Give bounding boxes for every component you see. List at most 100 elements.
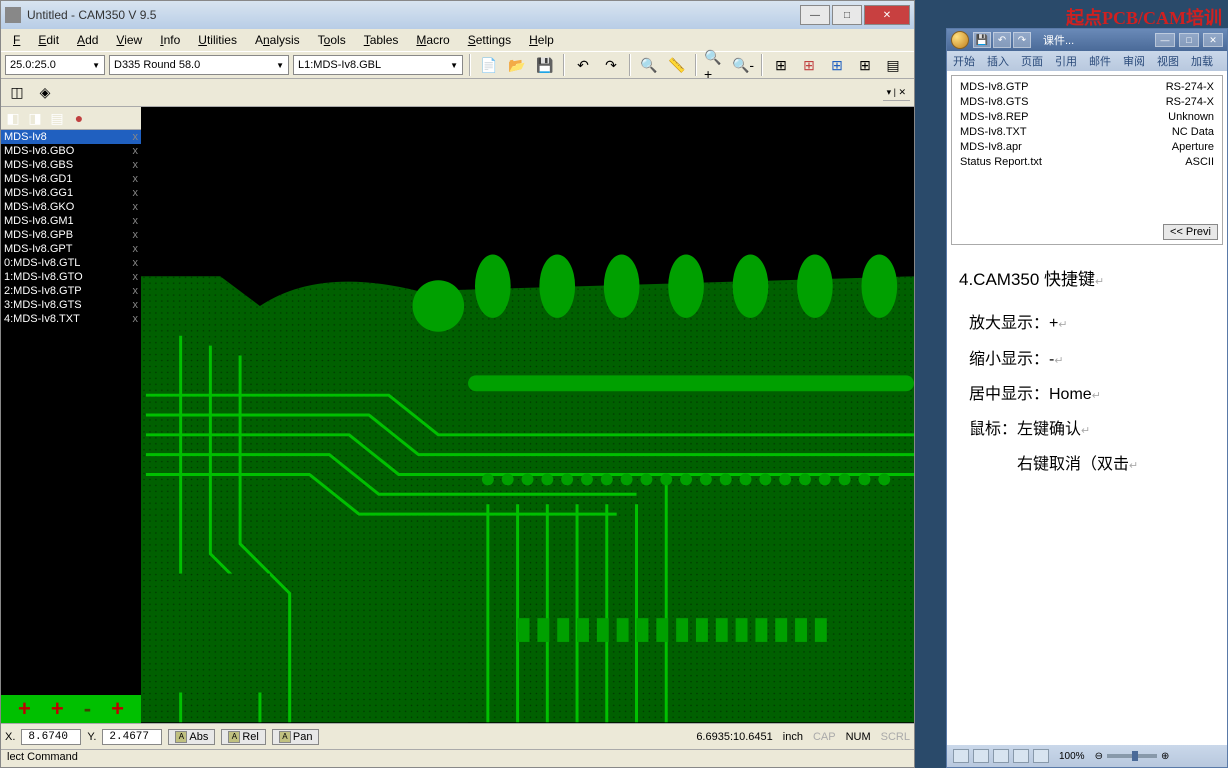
layer-row[interactable]: MDS-Iv8.GG1x	[1, 186, 141, 200]
view-print-icon[interactable]	[953, 749, 969, 763]
ribbon-tab[interactable]: 视图	[1151, 51, 1185, 71]
panel-btn-1-icon[interactable]: ◧	[3, 109, 23, 127]
grid3-icon[interactable]: ⊞	[825, 54, 849, 76]
grid4-icon[interactable]: ⊞	[853, 54, 877, 76]
panel-btn-2-icon[interactable]: ◨	[25, 109, 45, 127]
layer-row[interactable]: 1:MDS-Iv8.GTOx	[1, 270, 141, 284]
layer-visibility-icon[interactable]: x	[133, 173, 139, 185]
tool-b-icon[interactable]: ◈	[33, 82, 57, 104]
menu-utilities[interactable]: Utilities	[190, 31, 245, 49]
file-row[interactable]: MDS-Iv8.REPUnknown	[956, 110, 1218, 125]
save-icon[interactable]: 💾	[533, 54, 557, 76]
preview-button[interactable]: << Previ	[1163, 224, 1218, 240]
layer-row[interactable]: MDS-Iv8x	[1, 130, 141, 144]
query-icon[interactable]: 🔍	[637, 54, 661, 76]
layer-visibility-icon[interactable]: x	[133, 159, 139, 171]
layer-visibility-icon[interactable]: x	[133, 313, 139, 325]
layer-visibility-icon[interactable]: x	[133, 257, 139, 269]
ribbon-tab[interactable]: 页面	[1015, 51, 1049, 71]
grid2-icon[interactable]: ⊞	[797, 54, 821, 76]
file-row[interactable]: MDS-Iv8.GTPRS-274-X	[956, 80, 1218, 95]
menu-info[interactable]: Info	[152, 31, 188, 49]
layer-row[interactable]: 3:MDS-Iv8.GTSx	[1, 298, 141, 312]
layer-row[interactable]: MDS-Iv8.GPTx	[1, 242, 141, 256]
aperture-dropdown[interactable]: D335 Round 58.0▼	[109, 55, 289, 75]
tool-a-icon[interactable]: ◫	[5, 82, 29, 104]
layer-visibility-icon[interactable]: x	[133, 271, 139, 283]
word-minimize-button[interactable]: —	[1155, 33, 1175, 47]
file-row[interactable]: Status Report.txtASCII	[956, 155, 1218, 170]
layer-dropdown[interactable]: L1:MDS-Iv8.GBL▼	[293, 55, 463, 75]
menu-view[interactable]: View	[108, 31, 150, 49]
layer-list[interactable]: MDS-Iv8xMDS-Iv8.GBOxMDS-Iv8.GBSxMDS-Iv8.…	[1, 130, 141, 695]
zoom-out-icon[interactable]: 🔍-	[731, 54, 755, 76]
zoom-in-icon[interactable]: 🔍+	[703, 54, 727, 76]
view-outline-icon[interactable]	[1013, 749, 1029, 763]
menu-help[interactable]: Help	[521, 31, 562, 49]
layer-row[interactable]: 0:MDS-Iv8.GTLx	[1, 256, 141, 270]
layer-row[interactable]: MDS-Iv8.GBSx	[1, 158, 141, 172]
qat-save-icon[interactable]: 💾	[973, 32, 991, 48]
file-row[interactable]: MDS-Iv8.GTSRS-274-X	[956, 95, 1218, 110]
file-row[interactable]: MDS-Iv8.aprAperture	[956, 140, 1218, 155]
grid-icon[interactable]: ⊞	[769, 54, 793, 76]
layer-row[interactable]: MDS-Iv8.GKOx	[1, 200, 141, 214]
menu-file[interactable]: F	[5, 31, 28, 49]
pan-button[interactable]: APan	[272, 729, 320, 745]
layer-visibility-icon[interactable]: x	[133, 187, 139, 199]
layer-visibility-icon[interactable]: x	[133, 299, 139, 311]
menu-add[interactable]: Add	[69, 31, 106, 49]
ribbon-tab[interactable]: 引用	[1049, 51, 1083, 71]
minimize-button[interactable]: —	[800, 5, 830, 25]
layer-visibility-icon[interactable]: x	[133, 229, 139, 241]
ribbon-tab[interactable]: 开始	[947, 51, 981, 71]
layer-row[interactable]: MDS-Iv8.GBOx	[1, 144, 141, 158]
qat-redo-icon[interactable]: ↷	[1013, 32, 1031, 48]
layer-row[interactable]: MDS-Iv8.GM1x	[1, 214, 141, 228]
layer-row[interactable]: 2:MDS-Iv8.GTPx	[1, 284, 141, 298]
menu-macro[interactable]: Macro	[408, 31, 457, 49]
ribbon-tab[interactable]: 邮件	[1083, 51, 1117, 71]
layer-visibility-icon[interactable]: x	[133, 201, 139, 213]
plus-icon[interactable]: +	[51, 696, 64, 722]
menu-settings[interactable]: Settings	[460, 31, 519, 49]
redo-icon[interactable]: ↷	[599, 54, 623, 76]
layer-visibility-icon[interactable]: x	[133, 215, 139, 227]
layers-icon[interactable]: ▤	[881, 54, 905, 76]
word-close-button[interactable]: ✕	[1203, 33, 1223, 47]
titlebar[interactable]: Untitled - CAM350 V 9.5 — □ ✕	[1, 1, 914, 29]
open-icon[interactable]: 📂	[505, 54, 529, 76]
plus-icon[interactable]: +	[18, 696, 31, 722]
ribbon-tab[interactable]: 插入	[981, 51, 1015, 71]
office-orb-icon[interactable]	[951, 31, 969, 49]
minus-icon[interactable]: -	[84, 696, 91, 722]
coord-scale-dropdown[interactable]: 25.0:25.0▼	[5, 55, 105, 75]
layer-row[interactable]: MDS-Iv8.GPBx	[1, 228, 141, 242]
undo-icon[interactable]: ↶	[571, 54, 595, 76]
layer-visibility-icon[interactable]: x	[133, 285, 139, 297]
panel-btn-3-icon[interactable]: ▤	[47, 109, 67, 127]
rel-button[interactable]: ARel	[221, 729, 266, 745]
ribbon-tab[interactable]: 加载	[1185, 51, 1219, 71]
zoom-in-icon[interactable]: ⊕	[1161, 751, 1169, 762]
word-maximize-button[interactable]: □	[1179, 33, 1199, 47]
maximize-button[interactable]: □	[832, 5, 862, 25]
new-icon[interactable]: 📄	[477, 54, 501, 76]
layer-row[interactable]: 4:MDS-Iv8.TXTx	[1, 312, 141, 326]
measure-icon[interactable]: 📏	[665, 54, 689, 76]
panel-btn-4-icon[interactable]: ●	[69, 109, 89, 127]
zoom-out-icon[interactable]: ⊖	[1095, 751, 1103, 762]
layer-visibility-icon[interactable]: x	[133, 243, 139, 255]
qat-undo-icon[interactable]: ↶	[993, 32, 1011, 48]
command-line[interactable]: lect Command	[1, 749, 914, 767]
menu-tools[interactable]: Tools	[310, 31, 354, 49]
pcb-view[interactable]	[141, 107, 914, 723]
file-row[interactable]: MDS-Iv8.TXTNC Data	[956, 125, 1218, 140]
layer-row[interactable]: MDS-Iv8.GD1x	[1, 172, 141, 186]
abs-button[interactable]: AAbs	[168, 729, 215, 745]
plus-icon[interactable]: +	[111, 696, 124, 722]
view-draft-icon[interactable]	[1033, 749, 1049, 763]
layer-visibility-icon[interactable]: x	[133, 145, 139, 157]
menu-edit[interactable]: Edit	[30, 31, 67, 49]
layer-visibility-icon[interactable]: x	[133, 131, 139, 143]
